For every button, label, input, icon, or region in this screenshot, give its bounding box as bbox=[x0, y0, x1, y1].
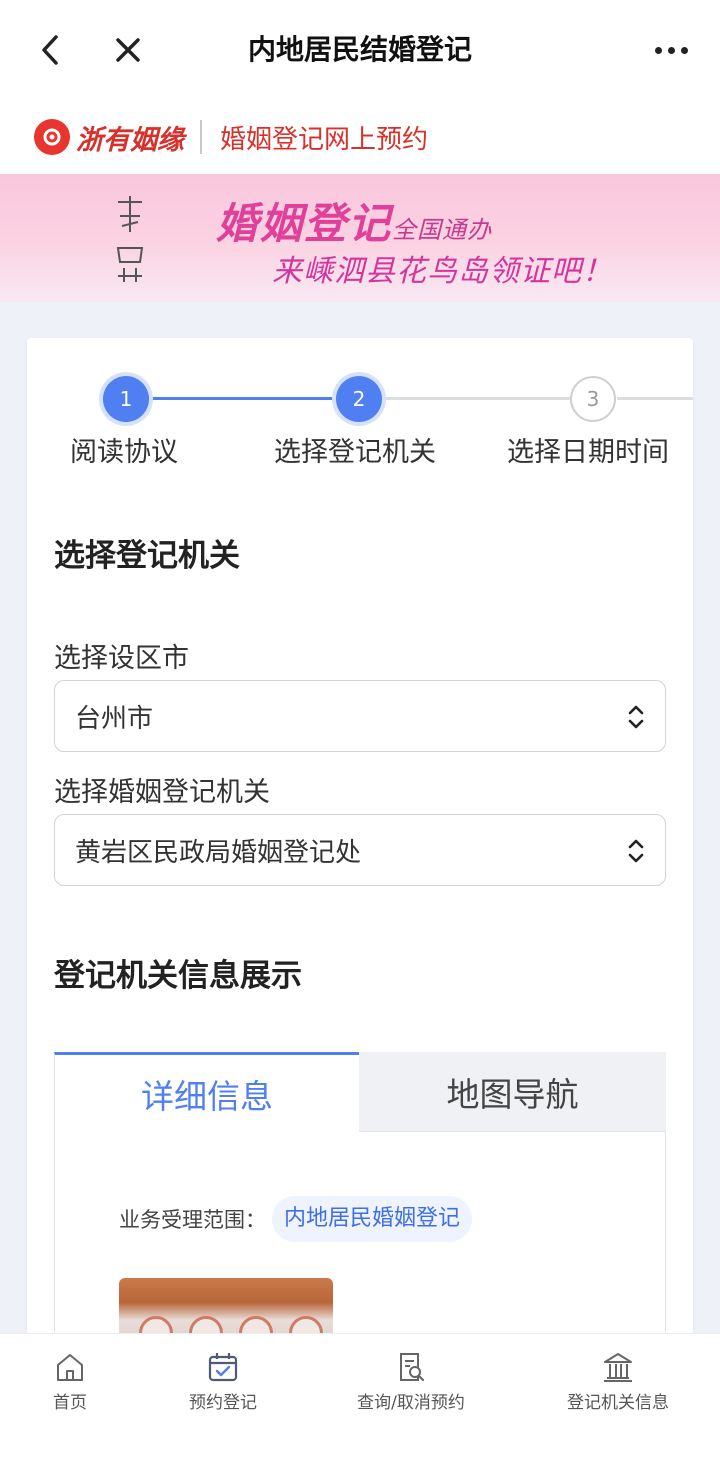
more-options-button[interactable] bbox=[646, 30, 696, 70]
step-connector bbox=[149, 397, 365, 400]
nav-query-label: 查询/取消预约 bbox=[357, 1393, 465, 1413]
promo-banner: 婚姻登记全国通办 来嵊泗县花鸟岛领证吧！ bbox=[0, 174, 720, 302]
nav-book-registration[interactable]: 预约登记 bbox=[180, 1350, 266, 1413]
step-2-label: 选择登记机关 bbox=[274, 437, 436, 468]
nav-book-label: 预约登记 bbox=[189, 1393, 257, 1413]
chevron-up-down-icon bbox=[628, 839, 644, 863]
banner-headline-text: 婚姻登记 bbox=[216, 199, 393, 248]
close-button[interactable] bbox=[108, 30, 148, 70]
brand-divider bbox=[200, 120, 202, 154]
step-1-label: 阅读协议 bbox=[70, 437, 178, 468]
banner-headline: 婚姻登记全国通办 bbox=[216, 190, 492, 251]
calendar-check-icon bbox=[208, 1353, 238, 1382]
step-3-indicator: 3 bbox=[570, 376, 616, 422]
city-select[interactable]: 台州市 bbox=[54, 680, 666, 752]
brand-subtitle: 婚姻登记网上预约 bbox=[220, 124, 429, 155]
brand-header: 浙有姻缘 婚姻登记网上预约 bbox=[0, 100, 720, 174]
chevron-left-icon bbox=[42, 35, 58, 65]
office-select-value: 黄岩区民政局婚姻登记处 bbox=[75, 837, 362, 868]
more-dot bbox=[654, 46, 662, 54]
step-3-label: 选择日期时间 bbox=[507, 437, 667, 468]
info-tabs: 详细信息 地图导航 bbox=[54, 1052, 666, 1132]
step-connector bbox=[617, 397, 693, 400]
top-navigation-bar: 内地居民结婚登记 bbox=[0, 0, 720, 100]
chevron-up-down-icon bbox=[628, 705, 644, 729]
banner-subline: 来嵊泗县花鸟岛领证吧！ bbox=[272, 254, 613, 289]
nav-home-label: 首页 bbox=[53, 1393, 87, 1413]
city-field-label: 选择设区市 bbox=[54, 643, 189, 674]
step-connector bbox=[383, 397, 595, 400]
close-icon bbox=[116, 38, 140, 62]
section-title-select-office: 选择登记机关 bbox=[54, 538, 240, 574]
nav-home[interactable]: 首页 bbox=[42, 1350, 98, 1413]
brand-logo-icon bbox=[34, 119, 70, 155]
document-search-icon bbox=[400, 1353, 425, 1382]
seal-mark-icon bbox=[116, 196, 144, 282]
brand-name: 浙有姻缘 bbox=[76, 124, 184, 156]
progress-steps: 1 2 3 阅读协议 选择登记机关 选择日期时间 bbox=[27, 338, 693, 478]
back-button[interactable] bbox=[32, 30, 68, 70]
nav-query-cancel[interactable]: 查询/取消预约 bbox=[350, 1350, 472, 1413]
tab-map-navigation[interactable]: 地图导航 bbox=[359, 1052, 666, 1132]
office-field-label: 选择婚姻登记机关 bbox=[54, 777, 270, 808]
section-title-office-info: 登记机关信息展示 bbox=[54, 958, 302, 994]
more-dot bbox=[680, 46, 688, 54]
business-scope: 业务受理范围： 内地居民婚姻登记 bbox=[119, 1196, 473, 1242]
step-1-indicator: 1 bbox=[103, 376, 149, 422]
nav-office-label: 登记机关信息 bbox=[567, 1393, 669, 1413]
tab-details[interactable]: 详细信息 bbox=[54, 1052, 359, 1132]
office-select[interactable]: 黄岩区民政局婚姻登记处 bbox=[54, 814, 666, 886]
city-select-value: 台州市 bbox=[75, 703, 154, 734]
registration-card: 1 2 3 阅读协议 选择登记机关 选择日期时间 选择登记机关 选择设区市 台州… bbox=[27, 338, 693, 1348]
banner-headline-suffix: 全国通办 bbox=[392, 216, 493, 244]
bottom-navigation: 首页 预约登记 查询/取消预约 登记机关信息 bbox=[0, 1333, 720, 1477]
step-2-indicator: 2 bbox=[336, 376, 382, 422]
more-dot bbox=[667, 46, 675, 54]
home-icon bbox=[57, 1354, 83, 1381]
nav-office-info[interactable]: 登记机关信息 bbox=[560, 1350, 676, 1413]
scope-label: 业务受理范围： bbox=[119, 1208, 266, 1232]
building-icon bbox=[604, 1353, 632, 1382]
scope-badge: 内地居民婚姻登记 bbox=[272, 1196, 473, 1242]
